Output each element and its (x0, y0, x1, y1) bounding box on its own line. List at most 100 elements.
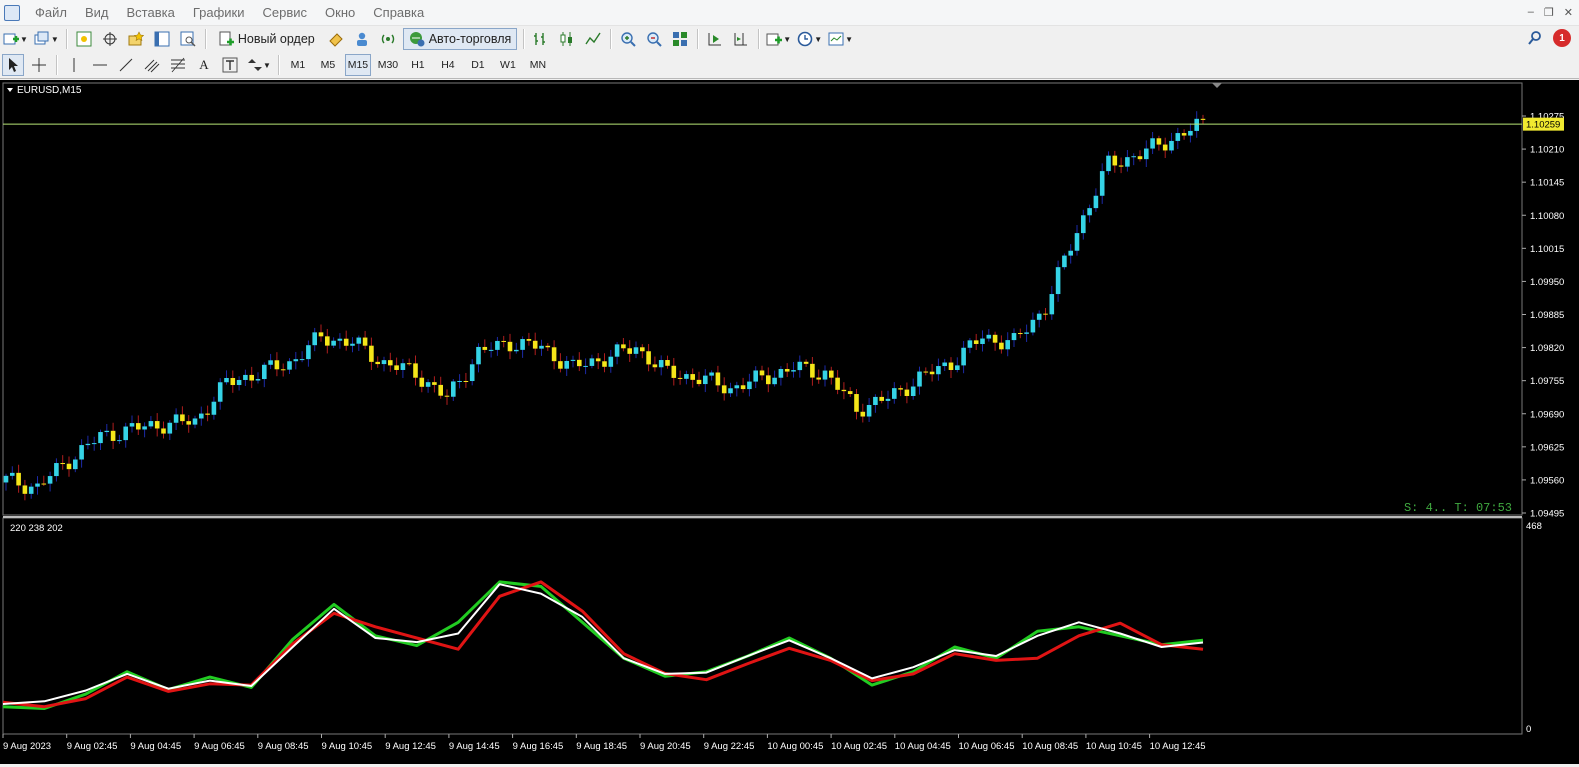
chart-shift-marker[interactable] (1212, 83, 1222, 88)
notifications-badge[interactable]: 1 (1553, 29, 1571, 47)
tile-windows-button[interactable] (669, 28, 691, 50)
cursor-button[interactable] (2, 54, 24, 76)
candle-body (917, 371, 922, 387)
auto-trading-button[interactable]: Авто-торговля (402, 28, 518, 50)
timeframe-mn[interactable]: MN (525, 54, 551, 76)
chart-canvas[interactable]: EURUSD,M15 1.102751.102101.101451.100801… (0, 80, 1579, 764)
price-tick-label: 1.10145 (1530, 178, 1564, 189)
bar-chart-button[interactable] (530, 28, 552, 50)
candle-body (999, 342, 1004, 350)
timeframe-d1[interactable]: D1 (465, 54, 491, 76)
timeframe-m1[interactable]: M1 (285, 54, 311, 76)
text-button[interactable]: A (193, 54, 215, 76)
timeframe-m15[interactable]: M15 (344, 54, 371, 76)
candle-body (866, 404, 872, 417)
line-chart-button[interactable] (582, 28, 604, 50)
chart-window[interactable]: EURUSD,M15 1.10275 1.10210 1.10145 1.10080 1… (0, 80, 1579, 764)
menu-tools[interactable]: Сервис (254, 0, 317, 26)
candle-body (1162, 144, 1168, 151)
crosshair-button[interactable] (28, 54, 50, 76)
indicator-line-202 (2, 580, 1204, 709)
timeframe-h4[interactable]: H4 (435, 54, 461, 76)
candle-body (885, 398, 891, 401)
candle-body (236, 379, 242, 386)
minimize-icon[interactable]: ‒ (1528, 6, 1534, 19)
arrows-button[interactable]: ▼ (245, 54, 272, 76)
candle-body (60, 463, 65, 465)
candle-body (715, 372, 721, 386)
indicators-button[interactable]: ▼ (765, 28, 792, 50)
data-window-button[interactable] (99, 28, 121, 50)
horizontal-line-button[interactable] (89, 54, 111, 76)
text-label-button[interactable] (219, 54, 241, 76)
candle-body (992, 334, 998, 343)
candle-body (173, 414, 179, 423)
search-icon[interactable] (1527, 30, 1543, 46)
profiles-button[interactable]: ▼ (33, 28, 60, 50)
crosshair-target-icon (102, 32, 117, 46)
indicator-line-238 (2, 583, 1204, 705)
candle-body (142, 426, 147, 430)
signals-button[interactable] (351, 28, 373, 50)
candle-body (280, 369, 286, 371)
menu-view[interactable]: Вид (76, 0, 118, 26)
candle-body (633, 347, 639, 354)
candle-body (104, 430, 110, 433)
restore-icon[interactable]: ❐ (1544, 6, 1554, 19)
trendline-button[interactable] (115, 54, 137, 76)
candle-body (703, 375, 708, 385)
symbol-dropdown-icon[interactable] (7, 88, 13, 92)
chevron-down-icon: ▼ (50, 34, 59, 44)
time-tick-label: 9 Aug 18:45 (576, 741, 627, 752)
candle-body (495, 340, 500, 350)
chart-shift-icon (734, 33, 748, 46)
auto-scroll-button[interactable] (704, 28, 726, 50)
periods-button[interactable]: ▼ (796, 28, 823, 50)
menu-insert[interactable]: Вставка (118, 0, 184, 26)
candle-body (791, 370, 796, 372)
candlestick-button[interactable] (556, 28, 578, 50)
strategy-tester-button[interactable] (177, 28, 199, 50)
navigator-button[interactable] (125, 28, 147, 50)
candle-body (734, 385, 740, 389)
market-button[interactable] (377, 28, 399, 50)
market-watch-button[interactable] (73, 28, 95, 50)
menu-window[interactable]: Окно (316, 0, 364, 26)
candle-body (312, 332, 317, 346)
timeframe-m5[interactable]: M5 (315, 54, 341, 76)
menu-file[interactable]: Файл (26, 0, 76, 26)
arrows-icon (248, 59, 262, 71)
candle-body (577, 359, 582, 367)
vertical-line-button[interactable] (63, 54, 85, 76)
candle-body (967, 340, 973, 348)
timeframe-h1[interactable]: H1 (405, 54, 431, 76)
candle-body (835, 377, 840, 390)
new-chart-button[interactable]: ▼ (2, 28, 29, 50)
templates-button[interactable]: ▼ (827, 28, 854, 50)
price-tick-label: 1.09755 (1530, 376, 1564, 387)
candle-body (1118, 165, 1124, 167)
close-icon[interactable]: ✕ (1564, 6, 1573, 19)
candle-body (343, 338, 349, 346)
candle-body (1018, 333, 1023, 335)
time-tick-label: 9 Aug 04:45 (130, 741, 181, 752)
navigator-star-icon (128, 31, 144, 46)
terminal-button[interactable] (151, 28, 173, 50)
candle-body (1030, 319, 1036, 333)
zoom-out-button[interactable] (643, 28, 665, 50)
timeframe-w1[interactable]: W1 (495, 54, 521, 76)
equidistant-channel-button[interactable] (141, 54, 163, 76)
zoom-in-button[interactable] (617, 28, 639, 50)
chart-shift-button[interactable] (730, 28, 752, 50)
menu-charts[interactable]: Графики (184, 0, 254, 26)
metaeditor-button[interactable] (325, 28, 347, 50)
candle-body (325, 336, 330, 346)
candle-body (274, 360, 280, 370)
menu-help[interactable]: Справка (364, 0, 433, 26)
timeframe-m30[interactable]: M30 (375, 54, 401, 76)
candle-body (539, 345, 544, 349)
new-order-button[interactable]: Новый ордер (212, 28, 321, 50)
toolbar-separator (610, 29, 612, 49)
time-tick-label: 9 Aug 20:45 (640, 741, 691, 752)
fibonacci-button[interactable] (167, 54, 189, 76)
